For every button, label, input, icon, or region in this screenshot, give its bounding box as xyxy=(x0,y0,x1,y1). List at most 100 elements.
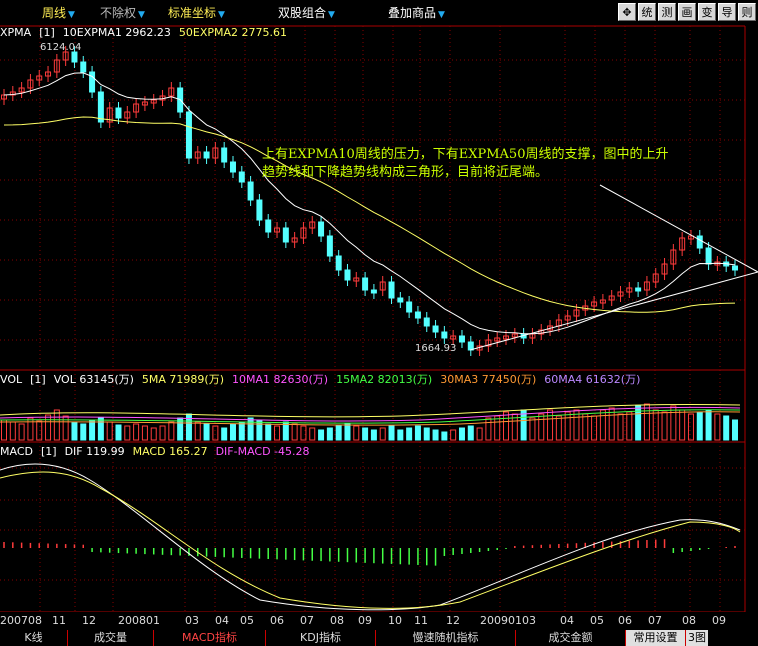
low-price-label: 1664.93 xyxy=(415,343,457,354)
time-axis-label: 04 xyxy=(215,614,229,627)
volume-bar xyxy=(18,423,25,441)
volume-bar xyxy=(344,423,351,441)
volume-bar xyxy=(247,417,254,441)
dif-value: DIF 119.99 xyxy=(64,445,125,458)
volume-bar xyxy=(714,413,721,441)
time-axis-label: 05 xyxy=(590,614,604,627)
difmacd-value: DIF-MACD -45.28 xyxy=(215,445,310,458)
volume-bar xyxy=(494,415,501,441)
volume-bar xyxy=(185,413,192,441)
tab-volume[interactable]: 成交量 xyxy=(68,630,154,646)
indicator-tabs: K线 成交量 MACD指标 KDJ指标 慢速随机指标 成交金额 常用设置 3图 xyxy=(0,630,758,646)
time-axis-label: 07 xyxy=(648,614,662,627)
volume-bar xyxy=(370,429,377,441)
volume-bar xyxy=(388,425,395,441)
main-indicator-header: XPMA [1] 10EXPMA1 2962.23 50EXPMA2 2775.61 xyxy=(0,26,295,40)
kline-chart[interactable] xyxy=(0,0,758,612)
volume-bar xyxy=(687,413,694,441)
volume-bar xyxy=(221,427,228,441)
volume-bar xyxy=(106,421,113,441)
candle-body xyxy=(326,235,333,257)
time-axis-label: 11 xyxy=(414,614,428,627)
volume-bar xyxy=(141,425,148,441)
candle-body xyxy=(362,277,369,291)
volume-bar xyxy=(406,427,413,441)
candle-body xyxy=(229,161,236,173)
dif-line xyxy=(0,463,741,611)
indicator-param: [1] xyxy=(39,26,55,39)
candle-body xyxy=(406,301,413,313)
time-axis-label: 06 xyxy=(270,614,284,627)
time-axis-label: 200801 xyxy=(118,614,160,627)
candle-body xyxy=(370,289,377,294)
volume-bar xyxy=(53,409,60,441)
vol-ma60: 60MA4 61632(万) xyxy=(544,373,641,386)
high-price-label: 6124.04 xyxy=(40,42,82,53)
falling-trendline xyxy=(599,184,758,273)
time-axis-label: 03 xyxy=(185,614,199,627)
time-axis-label: 06 xyxy=(618,614,632,627)
volume-bar xyxy=(582,413,589,441)
volume-bar xyxy=(679,409,686,441)
candle-body xyxy=(238,171,245,183)
candle-body xyxy=(265,219,272,233)
volume-bar xyxy=(168,421,175,441)
volume-bar xyxy=(318,429,325,441)
volume-bar xyxy=(124,425,131,441)
candle-body xyxy=(71,51,78,63)
volume-bar xyxy=(229,423,236,441)
tab-macd[interactable]: MACD指标 xyxy=(154,630,266,646)
time-axis-label: 200708 xyxy=(0,614,42,627)
candle-body xyxy=(344,269,351,281)
candle-body xyxy=(441,331,448,339)
candle-body xyxy=(635,287,642,292)
volume-bar xyxy=(652,409,659,441)
candle-body xyxy=(115,107,122,119)
volume-bar xyxy=(732,419,738,441)
candle-body xyxy=(256,199,263,221)
candle-body xyxy=(318,221,325,237)
vol-ma30: 30MA3 77450(万) xyxy=(440,373,537,386)
tab-kline[interactable]: K线 xyxy=(0,630,68,646)
candle-body xyxy=(335,255,342,271)
macd-value: MACD 165.27 xyxy=(132,445,208,458)
volume-bar xyxy=(547,409,554,441)
tab-slow-stoch[interactable]: 慢速随机指标 xyxy=(376,630,516,646)
tab-settings[interactable]: 常用设置 xyxy=(626,630,686,646)
volume-bar xyxy=(467,425,474,441)
candle-body xyxy=(458,335,465,343)
volume-bar xyxy=(696,411,703,441)
volume-bar xyxy=(335,425,342,441)
volume-bar xyxy=(564,411,571,441)
vol-value: VOL 63145(万) xyxy=(53,373,134,386)
volume-bar xyxy=(115,424,122,441)
volume-bar xyxy=(414,425,421,441)
tab-3charts[interactable]: 3图 xyxy=(686,630,708,646)
time-axis-label: 07 xyxy=(300,614,314,627)
volume-bar xyxy=(626,411,633,441)
annotation-line1: 上有EXPMA10周线的压力，下有EXPMA50周线的支撑，图中的上升 xyxy=(262,147,669,162)
volume-bar xyxy=(238,421,245,441)
tab-kdj[interactable]: KDJ指标 xyxy=(266,630,376,646)
time-axis: 200708 11 12 200801 03 04 05 06 07 08 09 10 11 12 2009… xyxy=(0,612,758,630)
annotation-line2: 趋势线和下降趋势线构成三角形，目前将近尾端。 xyxy=(262,165,549,180)
volume-bar xyxy=(309,427,316,441)
candle-body xyxy=(388,281,395,299)
vol-ma15: 15MA2 82013(万) xyxy=(336,373,433,386)
volume-bar xyxy=(133,423,140,441)
volume-bar xyxy=(441,431,448,441)
volume-bar xyxy=(529,417,536,441)
tab-amount[interactable]: 成交金额 xyxy=(516,630,626,646)
candle-body xyxy=(247,181,254,201)
candle-body xyxy=(80,61,87,73)
indicator-name: XPMA xyxy=(0,26,32,39)
volume-bar xyxy=(450,429,457,441)
macd-name: MACD xyxy=(0,445,33,458)
annotation-text: 上有EXPMA10周线的压力，下有EXPMA50周线的支撑，图中的上升 趋势线和… xyxy=(262,146,752,182)
candle-body xyxy=(185,111,192,159)
time-axis-label: 10 xyxy=(388,614,402,627)
volume-bar xyxy=(80,423,87,441)
volume-bar xyxy=(485,417,492,441)
volume-bar xyxy=(9,421,16,441)
volume-bar xyxy=(458,427,465,441)
